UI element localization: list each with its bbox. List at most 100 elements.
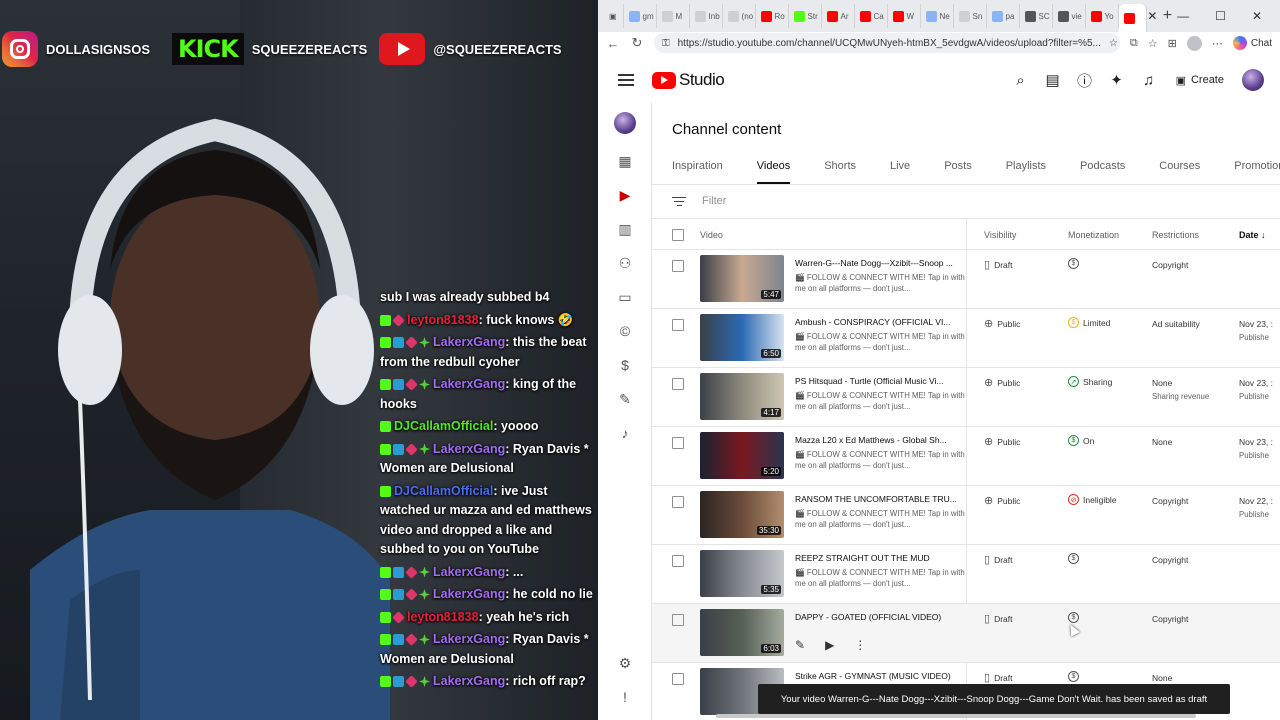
select-all-checkbox[interactable] [672,229,684,241]
maximize-icon[interactable]: ☐ [1215,9,1226,23]
row-checkbox[interactable] [672,555,684,567]
feedback-icon[interactable]: ▤ [1044,71,1062,89]
table-row[interactable]: 5:20 Mazza L20 x Ed Matthews - Global Sh.… [652,427,1280,486]
audio-library-icon[interactable]: ♪ [598,416,652,450]
table-row[interactable]: 35:30 RANSOM THE UNCOMFORTABLE TRU... 🎬 FO… [652,486,1280,545]
minimize-icon[interactable]: — [1177,9,1189,23]
browser-tab[interactable]: vie [1053,4,1086,28]
table-row[interactable]: 6:50 Ambush - CONSPIRACY (OFFICIAL VI... 🎬… [652,309,1280,368]
video-title[interactable]: REEPZ STRAIGHT OUT THE MUD [795,553,963,563]
row-checkbox[interactable] [672,260,684,272]
col-date[interactable]: Date ↓ [1239,230,1266,240]
video-thumbnail[interactable]: 5:47 [700,255,784,302]
community-icon[interactable]: ⚇ [598,246,652,280]
horizontal-scrollbar[interactable] [716,714,1196,718]
tab-shorts[interactable]: Shorts [824,160,856,184]
site-info-icon[interactable]: ⚿ [662,38,670,49]
browser-tab[interactable]: SC [1020,4,1053,28]
browser-tab[interactable]: pa [987,4,1020,28]
monetization-cell[interactable]: $ [1068,553,1083,564]
bookmark-star-icon[interactable]: ☆ [1109,38,1120,49]
col-visibility[interactable]: Visibility [984,230,1016,240]
tab-podcasts[interactable]: Podcasts [1080,160,1125,184]
restrictions-cell[interactable]: None Sharing revenue [1152,376,1209,404]
table-row[interactable]: 4:17 PS Hitsquad - Turtle (Official Music… [652,368,1280,427]
browser-tab[interactable]: (no [723,4,756,28]
more-icon[interactable]: ⋯ [1212,37,1223,50]
col-restrictions[interactable]: Restrictions [1152,230,1199,240]
browser-tab[interactable]: gm [624,4,657,28]
filter-input[interactable]: Filter [702,195,726,207]
visibility-cell[interactable]: ⊕ Public [984,376,1020,389]
subtitles-icon[interactable]: ▭ [598,280,652,314]
video-thumbnail[interactable]: 6:50 [700,314,784,361]
video-title[interactable]: Mazza L20 x Ed Matthews - Global Sh... [795,435,963,445]
browser-tab[interactable]: Ca [855,4,888,28]
settings-icon[interactable]: ⚙ [598,646,652,680]
help-icon[interactable]: ⓘ [1076,70,1094,91]
row-checkbox[interactable] [672,614,684,626]
close-tab-icon[interactable]: ✕ [1147,9,1158,23]
send-feedback-icon[interactable]: ! [598,680,652,714]
menu-icon[interactable] [618,71,634,89]
profile-avatar[interactable] [1186,35,1202,51]
restrictions-cell[interactable]: Ad suitability [1152,317,1200,331]
video-thumbnail[interactable]: 5:35 [700,550,784,597]
row-checkbox[interactable] [672,319,684,331]
video-title[interactable]: Strike AGR - GYMNAST (MUSIC VIDEO) [795,671,963,681]
visibility-cell[interactable]: ⊕ Public [984,494,1020,507]
browser-tab[interactable]: Ar [822,4,855,28]
search-icon[interactable]: ⌕ [1012,72,1030,89]
video-title[interactable]: PS Hitsquad - Turtle (Official Music Vi.… [795,376,963,386]
browser-tab[interactable]: Ro [756,4,789,28]
reload-icon[interactable]: ↻ [630,35,644,51]
tab-youtube-studio[interactable] [1118,4,1148,32]
tab-live[interactable]: Live [890,160,910,184]
sidebar-channel-avatar[interactable] [613,112,636,134]
video-thumbnail[interactable]: 35:30 [700,491,784,538]
tab-playlists[interactable]: Playlists [1006,160,1046,184]
copyright-icon[interactable]: © [598,314,652,348]
video-title[interactable]: Warren-G---Nate Dogg---Xzibit---Snoop ..… [795,258,963,268]
video-thumbnail[interactable]: 4:17 [700,373,784,420]
browser-tab[interactable]: M [657,4,690,28]
copilot-chat-button[interactable]: Chat [1232,36,1272,50]
window-menu-icon[interactable]: ▣ [604,4,624,28]
video-thumbnail[interactable]: 6:03 [700,609,784,656]
monetization-cell[interactable]: $ [1068,612,1083,623]
monetization-cell[interactable]: $ Limited [1068,317,1110,328]
favorites-icon[interactable]: ☆ [1148,37,1158,50]
notifications-icon[interactable]: ♫ [1140,72,1158,89]
filter-bar[interactable]: Filter [672,194,726,209]
row-checkbox[interactable] [672,378,684,390]
new-tab-button[interactable]: + [1158,7,1178,25]
video-title[interactable]: Ambush - CONSPIRACY (OFFICIAL VI... [795,317,963,327]
earn-icon[interactable]: $ [598,348,652,382]
restrictions-cell[interactable]: Copyright [1152,258,1188,272]
dashboard-icon[interactable]: ▦ [598,144,652,178]
video-thumbnail[interactable]: 5:20 [700,432,784,479]
browser-tab[interactable]: W [888,4,921,28]
visibility-cell[interactable]: ⊕ Public [984,435,1020,448]
monetization-cell[interactable]: ⊘ Ineligible [1068,494,1117,505]
tab-courses[interactable]: Courses [1159,160,1200,184]
browser-tab[interactable]: Sn [954,4,987,28]
monetization-cell[interactable]: $ On [1068,435,1094,446]
restrictions-cell[interactable]: Copyright [1152,553,1188,567]
watch-on-youtube-icon[interactable]: ▶ [825,638,834,652]
table-row[interactable]: 6:03 DAPPY - GOATED (OFFICIAL VIDEO) ✎ ▶ ⋮ ▯ D… [652,604,1280,663]
visibility-cell[interactable]: ⊕ Public [984,317,1020,330]
table-row[interactable]: 5:35 REEPZ STRAIGHT OUT THE MUD 🎬 FOLLOW &… [652,545,1280,604]
content-icon[interactable]: ▶ [598,178,652,212]
restrictions-cell[interactable]: None [1152,435,1172,449]
analytics-icon[interactable]: ▥ [598,212,652,246]
restrictions-cell[interactable]: Copyright [1152,612,1188,626]
video-title[interactable]: RANSOM THE UNCOMFORTABLE TRU... [795,494,963,504]
filter-icon[interactable] [672,194,686,209]
monetization-cell[interactable]: ↗ Sharing [1068,376,1112,387]
visibility-cell[interactable]: ▯ Draft [984,553,1012,566]
customization-icon[interactable]: ✎ [598,382,652,416]
tab-videos[interactable]: Videos [756,160,791,184]
col-monetization[interactable]: Monetization [1068,230,1119,240]
back-icon[interactable]: ← [606,36,620,51]
